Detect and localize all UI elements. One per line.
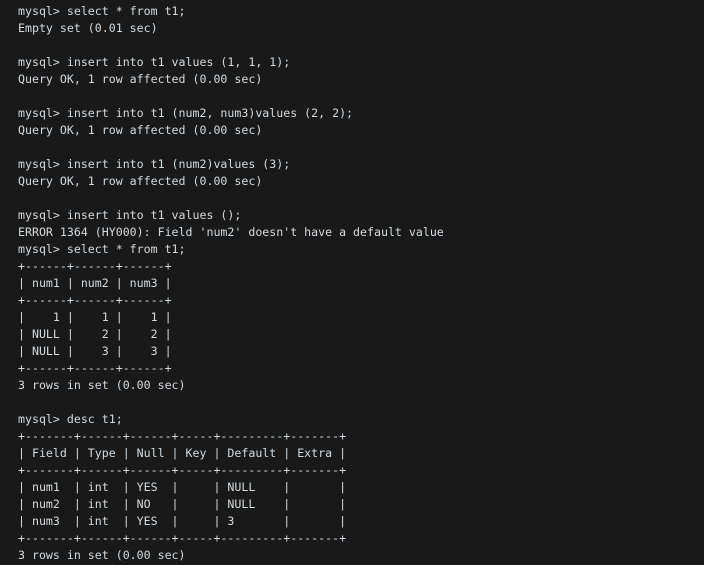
terminal-output-line: +-------+------+------+-----+---------+-… [18,429,347,443]
terminal-command-line: mysql> insert into t1 values (); [18,208,242,222]
terminal-output-line: +------+------+------+ [18,259,172,273]
terminal-output-line: +-------+------+------+-----+---------+-… [18,463,347,477]
terminal-output[interactable]: mysql> select * from t1; Empty set (0.01 … [0,0,704,565]
terminal-output-line: | NULL | 3 | 3 | [18,344,172,358]
terminal-output-line: 3 rows in set (0.00 sec) [18,548,186,562]
terminal-output-line: | 1 | 1 | 1 | [18,310,172,324]
terminal-output-line: +------+------+------+ [18,361,172,375]
terminal-output-line: ERROR 1364 (HY000): Field 'num2' doesn't… [18,225,444,239]
terminal-output-line: Query OK, 1 row affected (0.00 sec) [18,174,263,188]
terminal-command-line: mysql> insert into t1 values (1, 1, 1); [18,55,291,69]
terminal-command-line: mysql> desc t1; [18,412,123,426]
terminal-output-line: 3 rows in set (0.00 sec) [18,378,186,392]
terminal-command-line: mysql> select * from t1; [18,242,186,256]
terminal-output-line: | num2 | int | NO | | NULL | | [18,497,347,511]
terminal-output-line: +------+------+------+ [18,293,172,307]
terminal-output-line: Query OK, 1 row affected (0.00 sec) [18,123,263,137]
terminal-output-line: | num1 | num2 | num3 | [18,276,172,290]
terminal-output-line: +-------+------+------+-----+---------+-… [18,531,347,545]
terminal-output-line: | num1 | int | YES | | NULL | | [18,480,347,494]
terminal-output-line: Empty set (0.01 sec) [18,21,158,35]
terminal-output-line: | num3 | int | YES | | 3 | | [18,514,347,528]
terminal-command-line: mysql> insert into t1 (num2, num3)values… [18,106,354,120]
terminal-output-line: | Field | Type | Null | Key | Default | … [18,446,347,460]
terminal-command-line: mysql> select * from t1; [18,4,186,18]
terminal-output-line: Query OK, 1 row affected (0.00 sec) [18,72,263,86]
terminal-command-line: mysql> insert into t1 (num2)values (3); [18,157,291,171]
terminal-output-line: | NULL | 2 | 2 | [18,327,172,341]
